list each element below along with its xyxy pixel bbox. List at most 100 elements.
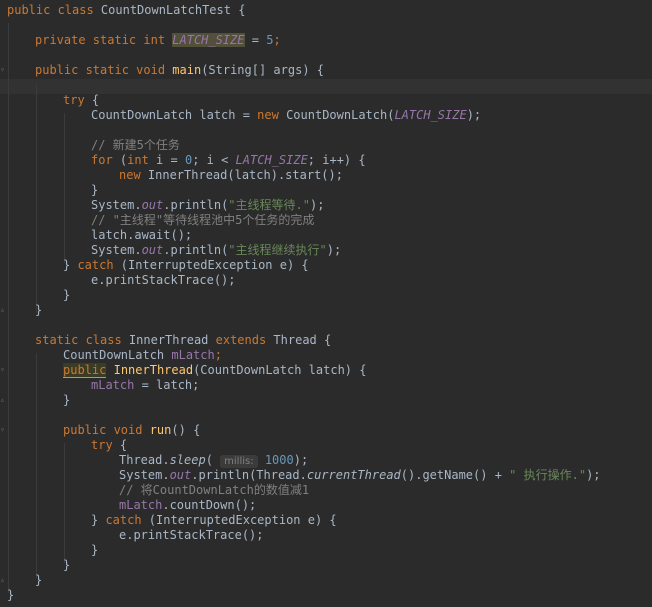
code-line: for (int i = 0; i < LATCH_SIZE; i++) { (91, 153, 366, 168)
code-token: private static int (35, 33, 173, 47)
code-token: sleep (169, 453, 206, 467)
code-token: ); (309, 198, 325, 212)
code-line: } catch (InterruptedException e) { (91, 513, 337, 528)
code-line: } catch (InterruptedException e) { (63, 258, 309, 273)
code-token: ); (326, 243, 342, 257)
code-token: catch (105, 513, 142, 527)
code-token: new (257, 108, 279, 122)
code-token: ().getName() + (400, 468, 510, 482)
code-token: public static void (35, 63, 173, 77)
code-token: CountDownLatchTest { (100, 3, 246, 17)
code-token: InnerThread (128, 333, 216, 347)
code-token: ( (112, 153, 128, 167)
fold-marker-icon[interactable]: ▿ (0, 366, 6, 374)
code-token: try (91, 438, 113, 452)
code-token: } (91, 183, 99, 197)
code-token: for (91, 153, 113, 167)
fold-marker-icon[interactable]: ▵ (0, 306, 6, 314)
code-line: // 新建5个任务 (91, 138, 180, 153)
code-line: } (63, 558, 70, 573)
code-token: } (63, 393, 71, 407)
current-line-highlight (0, 79, 652, 94)
code-comment: // 将CountDownLatch的数值减1 (119, 483, 310, 497)
code-line: } (63, 288, 70, 303)
code-token: ; i++) { (307, 153, 366, 167)
fold-marker-icon[interactable]: ▿ (0, 66, 6, 74)
code-token: .println(Thread. (191, 468, 307, 482)
code-line: try { (63, 93, 99, 108)
code-token: } (91, 513, 106, 527)
indent-guide (64, 113, 65, 263)
code-token: out (141, 243, 164, 257)
code-token: InnerThread (113, 363, 194, 377)
code-token: latch.await(); (91, 228, 193, 242)
code-token: mLatch (91, 378, 135, 392)
code-line: } (35, 573, 42, 588)
code-token: run (149, 423, 172, 437)
code-token: currentThread (306, 468, 401, 482)
code-token: } (35, 303, 43, 317)
code-line: private static int LATCH_SIZE = 5; (35, 33, 281, 48)
code-line: mLatch = latch; (91, 378, 199, 393)
code-token: mLatch (119, 498, 163, 512)
indent-guide (36, 353, 37, 578)
code-token: i = (148, 153, 185, 167)
code-line: CountDownLatch mLatch; (63, 348, 222, 363)
code-token: InnerThread(latch).start(); (140, 168, 343, 182)
fold-marker-icon[interactable]: ▵ (0, 576, 6, 584)
code-token: ); (293, 453, 309, 467)
fold-marker-icon[interactable]: ▵ (0, 396, 6, 404)
code-token: ; (214, 348, 222, 362)
code-token: ; i < (192, 153, 236, 167)
code-token: .println( (163, 198, 229, 212)
code-token: } (63, 258, 78, 272)
code-line: mLatch.countDown(); (119, 498, 256, 513)
code-token: (String[] args) { (201, 63, 325, 77)
code-token: (CountDownLatch latch) { (193, 363, 367, 377)
code-token: } (35, 573, 43, 587)
code-line: public InnerThread(CountDownLatch latch)… (63, 363, 366, 378)
code-token: extends (215, 333, 267, 347)
code-token: CountDownLatch (63, 348, 172, 362)
code-line: } (91, 543, 98, 558)
code-token: ); (466, 108, 482, 122)
code-token: public void (63, 423, 150, 437)
code-token: { (112, 438, 128, 452)
code-token: public (63, 363, 107, 378)
code-token: .countDown(); (162, 498, 257, 512)
code-token: LATCH_SIZE (235, 153, 308, 167)
code-string: " 执行操作." (509, 468, 587, 482)
code-line: } (63, 393, 70, 408)
code-line: } (35, 303, 42, 318)
code-token: (InterruptedException e) { (141, 513, 337, 527)
code-token: e.printStackTrace(); (119, 528, 264, 542)
code-line: e.printStackTrace(); (119, 528, 264, 543)
code-token: catch (77, 258, 114, 272)
code-token: } (63, 288, 71, 302)
code-token: out (169, 468, 192, 482)
code-token: ); (586, 468, 601, 482)
code-line: } (7, 588, 14, 603)
code-token: System. (119, 468, 170, 482)
code-token: mLatch (171, 348, 215, 362)
code-token: public class (7, 3, 101, 17)
code-token: try (63, 93, 85, 107)
code-token: out (141, 198, 164, 212)
code-line: System.out.println(Thread.currentThread(… (119, 468, 601, 483)
code-token: ; (273, 33, 281, 47)
code-token: CountDownLatch latch = (91, 108, 258, 122)
code-token: ( (205, 453, 221, 467)
code-line: public void run() { (63, 423, 200, 438)
code-comment: // 新建5个任务 (91, 138, 180, 152)
code-token: } (63, 558, 71, 572)
code-token: } (91, 543, 99, 557)
code-line: // "主线程"等待线程池中5个任务的完成 (91, 213, 314, 228)
code-token: CountDownLatch( (278, 108, 395, 122)
code-line: // 将CountDownLatch的数值减1 (119, 483, 309, 498)
indent-guide (36, 83, 37, 313)
code-token: (InterruptedException e) { (113, 258, 309, 272)
code-editor[interactable]: ▿ ▵ ▿ ▵ ▿ ▵ public class CountDownLatchT… (0, 0, 652, 607)
code-string: "主线程等待." (228, 198, 310, 212)
fold-marker-icon[interactable]: ▿ (0, 426, 6, 434)
code-token: = (244, 33, 267, 47)
